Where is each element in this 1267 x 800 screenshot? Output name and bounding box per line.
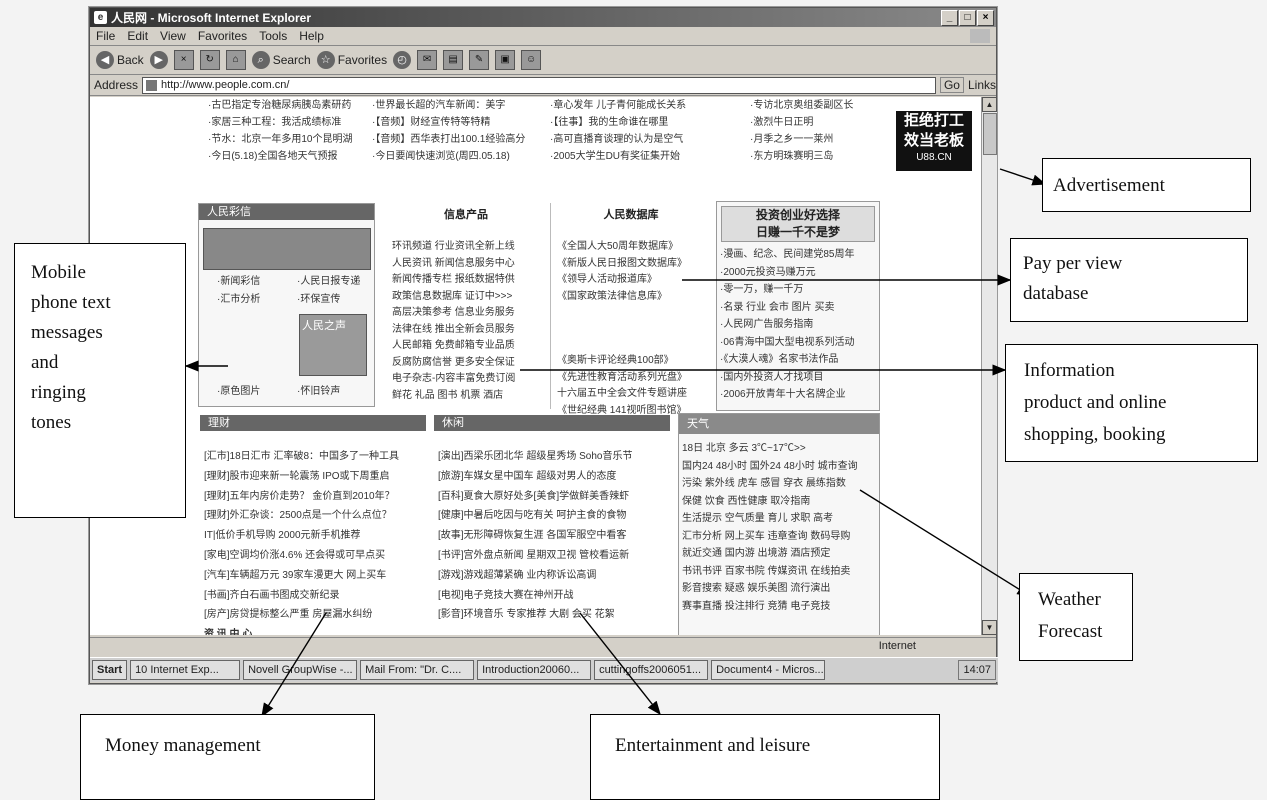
label-text: Entertainment and leisure	[615, 735, 811, 756]
label-text: ringing	[31, 382, 86, 403]
arrow-advertisement	[999, 168, 1047, 186]
label-text: Forecast	[1038, 621, 1103, 642]
label-text: Advertisement	[1053, 175, 1165, 196]
label-weather: Weather Forecast	[1019, 573, 1133, 661]
label-text: Information	[1024, 360, 1115, 381]
arrow-entertainment	[579, 612, 661, 716]
label-info-product: Information product and online shopping,…	[1005, 344, 1258, 462]
label-text: product and online	[1024, 392, 1167, 413]
label-text: Money management	[105, 735, 261, 756]
label-text: tones	[31, 412, 72, 433]
label-money: Money management	[80, 714, 375, 800]
label-text: Mobile	[31, 262, 86, 283]
arrow-money	[261, 612, 327, 718]
label-text: and	[31, 352, 59, 373]
label-text: Pay per view	[1023, 253, 1123, 274]
label-pay-per-view: Pay per view database	[1010, 238, 1248, 322]
label-text: shopping, booking	[1024, 424, 1166, 445]
label-advertisement: Advertisement	[1042, 158, 1251, 212]
label-text: messages	[31, 322, 103, 343]
label-text: phone text	[31, 292, 111, 313]
label-text: database	[1023, 283, 1089, 304]
label-mobile: Mobile phone text messages and ringing t…	[14, 243, 186, 518]
label-entertainment: Entertainment and leisure	[590, 714, 940, 800]
label-text: Weather	[1038, 589, 1101, 610]
arrow-weather	[859, 489, 1032, 597]
